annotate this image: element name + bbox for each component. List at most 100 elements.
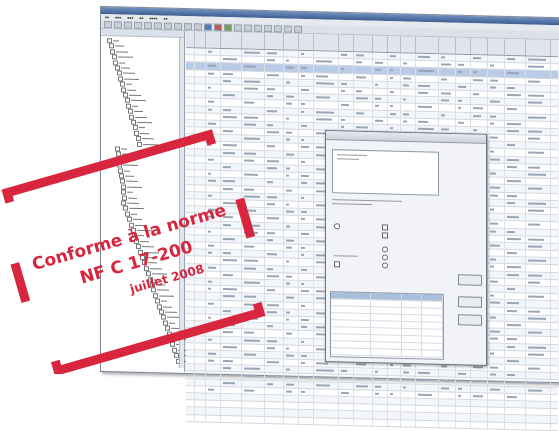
column-header[interactable] xyxy=(354,35,373,52)
toolbar-button[interactable] xyxy=(264,24,272,32)
tree-node[interactable] xyxy=(130,227,152,233)
tree-node[interactable] xyxy=(115,151,131,157)
column-header[interactable] xyxy=(284,33,299,50)
tree-node[interactable] xyxy=(138,249,160,255)
column-header[interactable] xyxy=(242,32,265,50)
toolbar-button[interactable] xyxy=(214,23,222,31)
tree-node[interactable] xyxy=(122,195,138,201)
option-radio[interactable] xyxy=(382,254,388,261)
tree-node[interactable] xyxy=(111,54,133,60)
tree-node[interactable] xyxy=(136,244,155,250)
tree-node[interactable] xyxy=(135,136,154,142)
column-header[interactable] xyxy=(388,36,401,53)
toolbar-button[interactable] xyxy=(194,22,202,30)
toolbar-button[interactable] xyxy=(274,24,282,32)
tree-node[interactable] xyxy=(117,162,139,168)
column-header[interactable] xyxy=(401,36,416,53)
tree-node[interactable] xyxy=(108,43,124,49)
toolbar-button[interactable] xyxy=(284,24,292,33)
tree-node[interactable] xyxy=(110,49,129,55)
toolbar-button[interactable] xyxy=(184,22,192,30)
tree-node[interactable] xyxy=(115,65,130,71)
tree-node[interactable] xyxy=(116,157,135,163)
tree-node[interactable] xyxy=(113,59,126,66)
column-header[interactable] xyxy=(186,31,195,48)
tree-node[interactable] xyxy=(116,70,135,76)
menu-item[interactable]: ▪▪▪ xyxy=(127,16,133,20)
column-header[interactable] xyxy=(265,33,284,50)
dialog-button[interactable] xyxy=(458,274,482,286)
column-header[interactable] xyxy=(526,39,551,57)
tree-node[interactable] xyxy=(122,205,144,212)
tree-node[interactable] xyxy=(124,97,146,104)
tree-node[interactable] xyxy=(149,282,165,288)
option-radio[interactable] xyxy=(382,262,388,269)
column-header[interactable] xyxy=(314,34,339,51)
menu-item[interactable]: ▪▪ xyxy=(139,16,143,20)
tree-node[interactable] xyxy=(143,265,162,271)
tree-node[interactable] xyxy=(127,108,143,114)
option-checkbox[interactable] xyxy=(382,232,388,239)
tree-node[interactable] xyxy=(157,303,173,310)
dialog-button[interactable] xyxy=(458,296,482,308)
tree-node[interactable] xyxy=(159,309,177,315)
column-header[interactable] xyxy=(471,38,488,55)
column-header[interactable] xyxy=(488,38,505,55)
toolbar-button[interactable] xyxy=(114,20,122,29)
toolbar-button[interactable] xyxy=(224,23,232,31)
tree-node[interactable] xyxy=(119,178,138,184)
tree-node[interactable] xyxy=(118,168,131,174)
tree-node[interactable] xyxy=(131,119,152,125)
toolbar-button[interactable] xyxy=(234,23,242,31)
tree-node[interactable] xyxy=(126,103,139,109)
dialog-button[interactable] xyxy=(458,314,482,326)
option-radio[interactable] xyxy=(334,223,340,230)
dialog-list-table[interactable] xyxy=(330,291,444,360)
tree-node[interactable] xyxy=(141,260,157,266)
toolbar-button[interactable] xyxy=(134,21,142,29)
toolbar-button[interactable] xyxy=(294,25,302,33)
tree-node[interactable] xyxy=(155,298,168,304)
tree-node[interactable] xyxy=(121,200,139,206)
column-header[interactable] xyxy=(195,31,206,48)
dialog-titlebar[interactable] xyxy=(326,131,486,144)
tree-node[interactable] xyxy=(132,233,145,239)
toolbar-button[interactable] xyxy=(244,24,252,32)
option-checkbox[interactable] xyxy=(382,224,388,231)
tree-node[interactable] xyxy=(134,238,150,244)
toolbar-button[interactable] xyxy=(144,21,152,29)
toolbar-button[interactable] xyxy=(154,21,162,30)
tree-node[interactable] xyxy=(119,173,134,179)
menu-item[interactable]: ▪▪▪▪ xyxy=(149,16,157,20)
column-header[interactable] xyxy=(339,34,354,52)
tree-node[interactable] xyxy=(121,189,134,195)
column-header[interactable] xyxy=(416,36,439,54)
column-header[interactable] xyxy=(206,31,221,48)
toolbar-button[interactable] xyxy=(204,23,212,31)
column-header[interactable] xyxy=(299,33,314,51)
column-header[interactable] xyxy=(221,31,242,49)
menu-item[interactable]: ▪▪ xyxy=(105,15,109,19)
tree-node[interactable] xyxy=(107,38,119,44)
column-header[interactable] xyxy=(373,35,388,53)
tree-node[interactable] xyxy=(118,76,140,82)
tree-node[interactable] xyxy=(119,81,132,87)
tree-node[interactable] xyxy=(162,320,175,326)
column-header[interactable] xyxy=(439,37,456,54)
toolbar-button[interactable] xyxy=(104,20,112,28)
column-header[interactable] xyxy=(505,38,526,56)
toolbar-button[interactable] xyxy=(254,24,262,32)
option-checkbox[interactable] xyxy=(334,261,340,268)
tree-node[interactable] xyxy=(124,211,137,217)
toolbar-button[interactable] xyxy=(174,22,182,30)
tree-node[interactable] xyxy=(147,276,160,282)
tree-node[interactable] xyxy=(128,222,147,228)
tree-node[interactable] xyxy=(140,254,152,261)
tree-node[interactable] xyxy=(153,293,175,299)
toolbar-button[interactable] xyxy=(164,22,172,30)
column-header[interactable] xyxy=(456,37,471,55)
tree-node[interactable] xyxy=(164,325,180,331)
tree-node[interactable] xyxy=(126,216,142,222)
tree-scrollbar[interactable] xyxy=(179,37,184,369)
tree-node[interactable] xyxy=(151,287,170,293)
